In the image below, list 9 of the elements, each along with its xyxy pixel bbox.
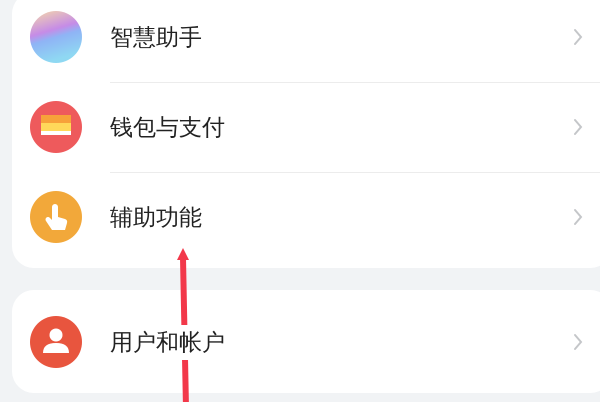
chevron-right-icon	[573, 333, 583, 351]
settings-item-label[interactable]: 用户和帐户	[110, 324, 225, 360]
user-icon	[30, 316, 82, 368]
chevron-right-icon	[573, 118, 583, 136]
wallet-icon	[30, 101, 82, 153]
chevron-right-icon	[573, 208, 583, 226]
chevron-right-icon	[573, 28, 583, 46]
hand-tap-icon	[30, 191, 82, 243]
gradient-orb-icon	[30, 11, 82, 63]
